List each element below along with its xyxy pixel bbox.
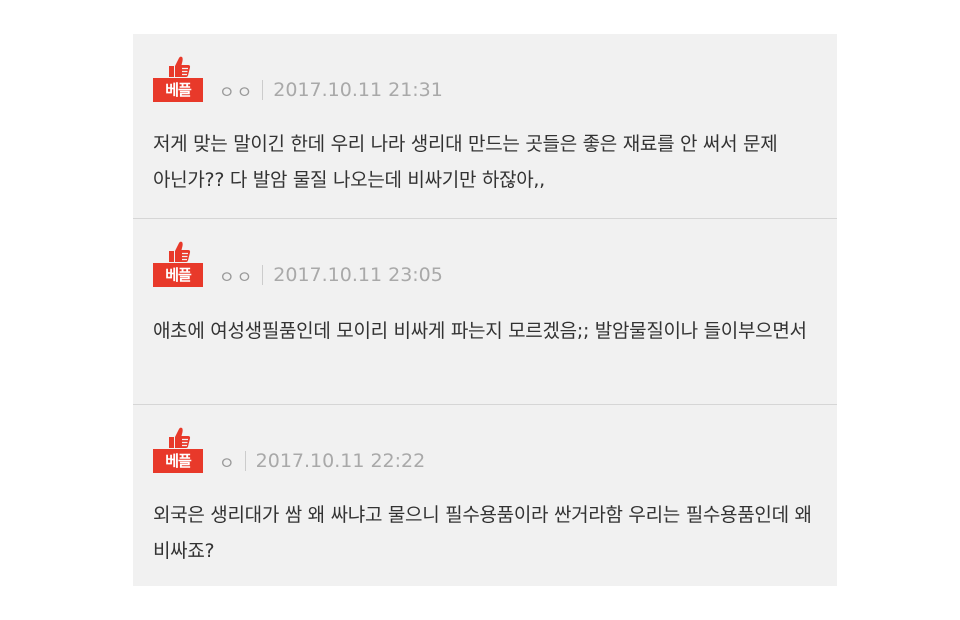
comment-text: 애초에 여성생필품인데 모이리 비싸게 파는지 모르겠음;; 발암물질이나 들이… — [153, 320, 807, 342]
meta-divider — [262, 80, 264, 100]
comment-text: 저게 맞는 말이긴 한데 우리 나라 생리대 만드는 곳들은 좋은 재료를 안 … — [153, 133, 778, 191]
best-reply-badge: 베플 — [153, 78, 203, 102]
best-reply-badge-group: 베플 — [153, 241, 203, 287]
author-name[interactable]: ㅇㅇ — [219, 263, 254, 288]
comment-header: 베플 ㅇㅇ 2017.10.11 21:31 — [153, 56, 443, 103]
best-reply-badge-group: 베플 — [153, 427, 203, 473]
meta-divider — [244, 451, 246, 471]
comment-item: 베플 ㅇ 2017.10.11 22:22 외국은 생리대가 쌈 왜 싸냐고 물… — [133, 404, 837, 586]
comment-header: 베플 ㅇㅇ 2017.10.11 23:05 — [153, 241, 443, 288]
meta-divider — [262, 265, 264, 285]
best-reply-badge: 베플 — [153, 263, 203, 287]
thumbs-up-icon — [169, 241, 191, 262]
comment-item: 베플 ㅇㅇ 2017.10.11 21:31 저게 맞는 말이긴 한데 우리 나… — [133, 34, 837, 218]
comment-date: 2017.10.11 23:05 — [273, 264, 443, 286]
thumbs-up-icon — [169, 427, 191, 448]
comment-meta: ㅇㅇ 2017.10.11 23:05 — [219, 263, 443, 288]
comment-header: 베플 ㅇ 2017.10.11 22:22 — [153, 427, 426, 474]
best-reply-badge: 베플 — [153, 449, 203, 473]
comment-text: 외국은 생리대가 쌈 왜 싸냐고 물으니 필수용품이라 싼거라함 우리는 필수용… — [153, 504, 812, 562]
thumbs-up-icon — [169, 56, 191, 77]
comment-meta: ㅇ 2017.10.11 22:22 — [219, 449, 426, 474]
comment-date: 2017.10.11 21:31 — [273, 79, 443, 101]
comment-meta: ㅇㅇ 2017.10.11 21:31 — [219, 78, 443, 103]
best-reply-badge-group: 베플 — [153, 56, 203, 102]
comment-item: 베플 ㅇㅇ 2017.10.11 23:05 애초에 여성생필품인데 모이리 비… — [133, 218, 837, 404]
author-name[interactable]: ㅇ — [219, 449, 237, 474]
author-name[interactable]: ㅇㅇ — [219, 78, 254, 103]
comment-list: 베플 ㅇㅇ 2017.10.11 21:31 저게 맞는 말이긴 한데 우리 나… — [133, 34, 837, 586]
comment-date: 2017.10.11 22:22 — [255, 450, 426, 472]
